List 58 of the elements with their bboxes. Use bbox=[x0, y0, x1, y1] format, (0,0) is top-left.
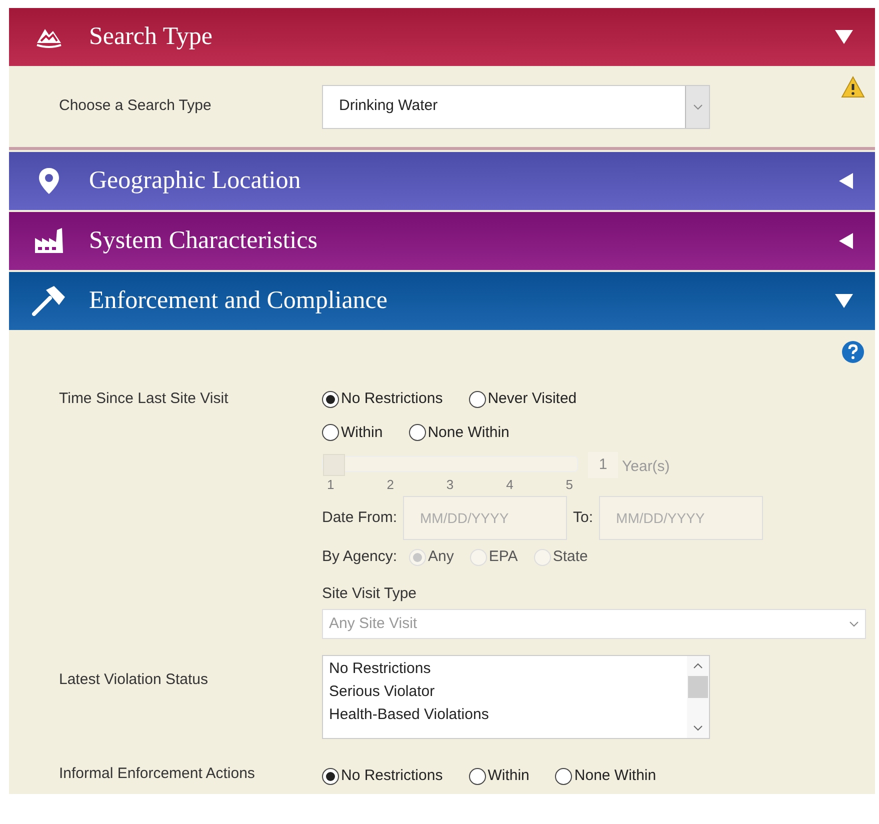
warning-icon bbox=[841, 76, 865, 98]
field-label: By Agency: bbox=[322, 547, 398, 567]
field-label: Site Visit Type bbox=[322, 584, 418, 604]
unit-label: Year(s) bbox=[622, 457, 670, 477]
section-header[interactable]: Enforcement and Compliance bbox=[9, 272, 875, 330]
radio-label: Within bbox=[341, 422, 383, 442]
radio-label: Any bbox=[428, 547, 454, 567]
map-pin-icon bbox=[38, 167, 60, 195]
field-label: Informal Enforcement Actions bbox=[59, 764, 256, 784]
field-label: To: bbox=[573, 508, 594, 528]
tick-label: 4 bbox=[506, 476, 514, 494]
section-header[interactable]: Search Type bbox=[9, 8, 875, 66]
radio-button[interactable] bbox=[555, 768, 572, 785]
date-from-field[interactable]: MM/DD/YYYY bbox=[403, 496, 568, 540]
radio-button[interactable] bbox=[322, 390, 339, 408]
tick-label: 3 bbox=[446, 476, 454, 494]
section-title: Search Type bbox=[89, 22, 214, 52]
section-header[interactable]: System Characteristics bbox=[9, 212, 875, 270]
field-label: Choose a Search Type bbox=[59, 96, 212, 116]
scrollbar-thumb[interactable] bbox=[688, 676, 708, 698]
factory-icon bbox=[34, 228, 64, 254]
radio-button[interactable] bbox=[468, 768, 486, 785]
list-option[interactable]: No Restrictions bbox=[329, 657, 687, 680]
tick-label: 5 bbox=[566, 476, 573, 494]
radio-button[interactable] bbox=[408, 424, 426, 442]
radio-button[interactable] bbox=[322, 768, 339, 785]
radio-label: None Within bbox=[574, 766, 656, 786]
list-option[interactable]: Health-Based Violations bbox=[329, 703, 687, 726]
radio-label: State bbox=[552, 547, 588, 567]
radio-label: None Within bbox=[428, 422, 510, 442]
scrollbar[interactable] bbox=[687, 656, 709, 738]
section-title: Geographic Location bbox=[89, 166, 302, 196]
field-label: Date From: bbox=[322, 508, 398, 528]
help-icon[interactable] bbox=[841, 340, 865, 364]
scroll-down-icon[interactable] bbox=[693, 724, 703, 732]
caret-icon bbox=[849, 621, 859, 627]
section-header[interactable]: Geographic Location bbox=[9, 152, 875, 210]
date-to-field[interactable]: MM/DD/YYYY bbox=[599, 496, 764, 540]
tick-label: 2 bbox=[386, 476, 394, 494]
field-label: Latest Violation Status bbox=[59, 670, 209, 690]
radio-label: No Restrictions bbox=[341, 389, 443, 409]
radio-label: EPA bbox=[488, 547, 518, 567]
gavel-icon bbox=[32, 286, 66, 316]
radio-label: Never Visited bbox=[488, 389, 577, 409]
search-type-select[interactable]: Drinking Water bbox=[322, 84, 710, 128]
scroll-up-icon[interactable] bbox=[693, 662, 703, 670]
year-count-field: 1 bbox=[588, 452, 618, 478]
section-title: System Characteristics bbox=[89, 226, 318, 256]
radio-button[interactable] bbox=[468, 390, 486, 408]
radio-label: Within bbox=[488, 766, 530, 786]
field-label: Time Since Last Site Visit bbox=[59, 389, 230, 409]
caret-icon bbox=[692, 104, 702, 110]
radio-button[interactable] bbox=[322, 424, 339, 442]
section-title: Enforcement and Compliance bbox=[89, 286, 388, 316]
radio-label: No Restrictions bbox=[341, 766, 443, 786]
tick-label: 1 bbox=[327, 476, 334, 494]
violation-status-listbox[interactable]: No Restrictions Serious Violator Health-Based Violations bbox=[322, 655, 710, 739]
list-option[interactable]: Serious Violator bbox=[329, 680, 687, 703]
